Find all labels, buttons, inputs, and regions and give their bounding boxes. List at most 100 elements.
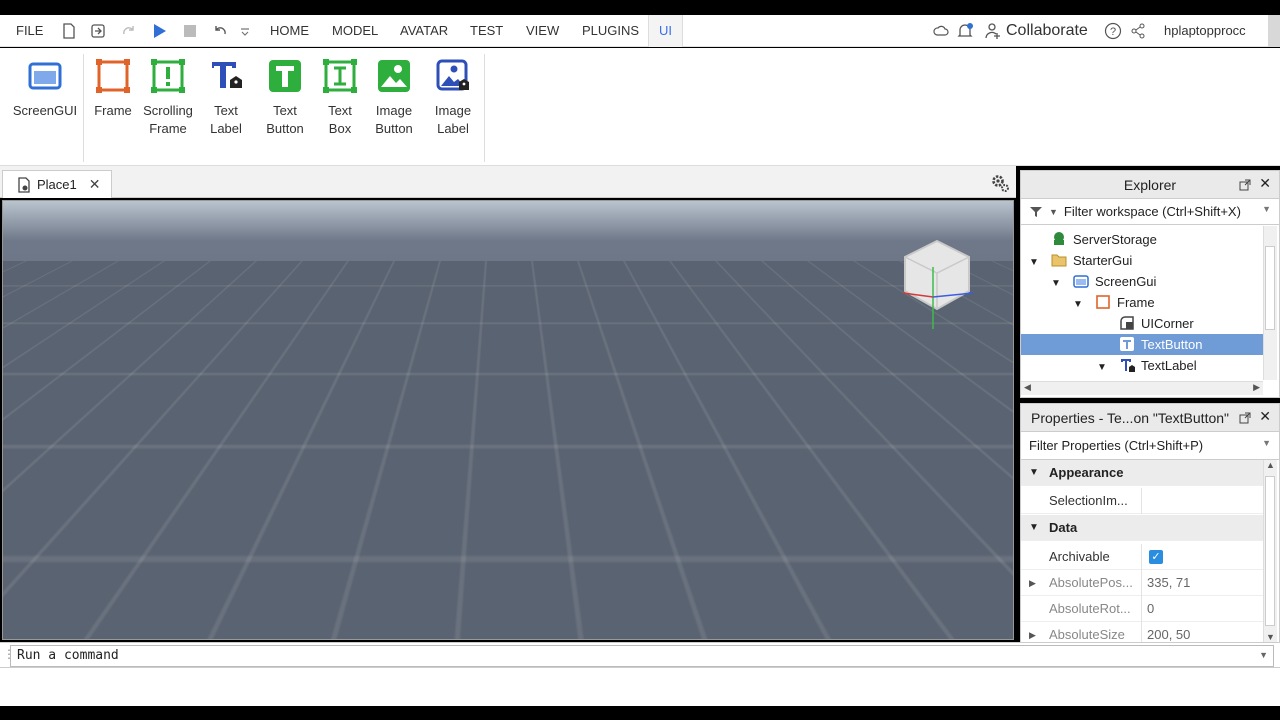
explorer-horizontal-scrollbar[interactable]: ◀ ▶: [1021, 381, 1263, 395]
resize-handle-tl[interactable]: [391, 279, 400, 288]
properties-header: Properties - Te...on "TextButton" ✕: [1021, 404, 1279, 432]
property-row[interactable]: SelectionIm...: [1021, 488, 1263, 514]
undock-icon[interactable]: [1239, 411, 1251, 427]
property-row[interactable]: ▶ AbsolutePos... 335, 71: [1021, 570, 1263, 596]
tab-place1[interactable]: Place1 ✕: [2, 170, 112, 198]
frame-icon: [95, 58, 131, 94]
menubar-edge: [1268, 15, 1280, 47]
tree-item-textbutton[interactable]: TextButton: [1021, 334, 1263, 355]
resize-handle-br[interactable]: [629, 341, 638, 350]
image-button-icon: [376, 58, 412, 94]
close-panel-icon[interactable]: ✕: [1259, 175, 1271, 192]
text-box-button[interactable]: Text Box: [318, 58, 362, 138]
close-tab-icon[interactable]: ✕: [89, 176, 101, 193]
expand-arrow-icon[interactable]: ▼: [1029, 252, 1051, 273]
frame-button[interactable]: Frame: [90, 58, 136, 120]
tab-model[interactable]: MODEL: [332, 15, 378, 47]
expand-arrow-icon[interactable]: ▶: [1029, 622, 1036, 642]
scrolling-frame-button[interactable]: Scrolling Frame: [138, 58, 198, 138]
scroll-right-icon[interactable]: ▶: [1253, 382, 1260, 393]
tree-item-serverstorage[interactable]: ServerStorage: [1021, 229, 1263, 250]
help-icon[interactable]: ?: [1104, 22, 1122, 40]
category-appearance[interactable]: ▼ Appearance: [1021, 460, 1263, 486]
anchor-handle-left[interactable]: [385, 305, 407, 323]
open-file-icon[interactable]: [89, 22, 107, 40]
property-row[interactable]: Archivable ✓: [1021, 544, 1263, 570]
chevron-down-icon[interactable]: ▼: [1262, 438, 1271, 448]
expand-arrow-icon[interactable]: ▶: [1029, 570, 1036, 596]
text-label-button[interactable]: Text Label: [204, 58, 248, 138]
resize-handle-bl[interactable]: [391, 341, 400, 350]
tab-test[interactable]: TEST: [470, 15, 503, 47]
tab-home[interactable]: HOME: [270, 15, 309, 47]
expand-arrow-icon[interactable]: ▼: [1073, 294, 1095, 315]
chevron-down-icon[interactable]: ▼: [1262, 204, 1271, 214]
chevron-down-icon[interactable]: ▼: [1259, 650, 1268, 660]
property-row[interactable]: ▶ AbsoluteSize 200, 50: [1021, 622, 1263, 642]
hand-cursor-icon: [556, 345, 578, 375]
scroll-thumb[interactable]: [1265, 246, 1275, 330]
collaborate-button[interactable]: Collaborate: [1006, 15, 1088, 47]
username[interactable]: hplaptopprocc: [1164, 15, 1246, 47]
scroll-up-icon[interactable]: ▲: [1266, 460, 1275, 470]
view-cube-icon[interactable]: [897, 237, 977, 336]
tree-item-screengui[interactable]: ▼ ScreenGui: [1021, 271, 1263, 292]
resize-handle-bottom[interactable]: [511, 341, 520, 350]
properties-list: ▼ Appearance SelectionIm... ▼ Data Archi…: [1021, 460, 1263, 642]
place-file-icon: [18, 176, 30, 193]
scroll-down-icon[interactable]: ▼: [1266, 632, 1275, 642]
share-icon[interactable]: [1129, 22, 1147, 40]
cloud-icon[interactable]: [932, 22, 950, 40]
tab-view[interactable]: VIEW: [526, 15, 559, 47]
image-label-button[interactable]: Image Label: [430, 58, 476, 138]
undock-icon[interactable]: [1239, 178, 1251, 194]
tree-item-startergui[interactable]: ▼ StarterGui: [1021, 250, 1263, 271]
resize-handle-tr[interactable]: [629, 279, 638, 288]
redo-icon[interactable]: [120, 22, 138, 40]
expand-arrow-icon[interactable]: ▼: [1051, 273, 1073, 294]
notification-bell-icon[interactable]: [956, 22, 974, 40]
command-input[interactable]: Run a command: [10, 645, 1274, 667]
scroll-left-icon[interactable]: ◀: [1024, 382, 1031, 393]
collapse-arrow-icon[interactable]: ▼: [1029, 460, 1039, 486]
filter-dropdown-icon[interactable]: ▼: [1049, 207, 1058, 217]
explorer-filter[interactable]: ▼ Filter workspace (Ctrl+Shift+X) ▼: [1021, 199, 1279, 225]
column-divider: [1141, 544, 1142, 570]
tree-item-uicorner[interactable]: UICorner: [1021, 313, 1263, 334]
viewport-settings-icon[interactable]: [990, 173, 1010, 196]
properties-vertical-scrollbar[interactable]: ▲ ▼: [1263, 460, 1277, 642]
collapse-arrow-icon[interactable]: ▼: [1029, 515, 1039, 541]
tree-item-textlabel[interactable]: ▼ TextLabel: [1021, 355, 1263, 376]
explorer-vertical-scrollbar[interactable]: [1263, 226, 1277, 380]
tab-avatar[interactable]: AVATAR: [400, 15, 448, 47]
screengui-button[interactable]: ScreenGUI: [12, 58, 78, 120]
text-button-button[interactable]: Text Button: [262, 58, 308, 138]
column-divider: [1141, 622, 1142, 642]
add-user-icon[interactable]: [984, 22, 1002, 40]
category-data[interactable]: ▼ Data: [1021, 515, 1263, 541]
dropdown-icon[interactable]: [236, 22, 254, 40]
stop-icon[interactable]: [181, 22, 199, 40]
tab-plugins[interactable]: PLUGINS: [582, 15, 639, 47]
ui-ribbon: ScreenGUI Frame Scrolling Frame Text Lab…: [0, 48, 1280, 166]
close-panel-icon[interactable]: ✕: [1259, 408, 1271, 425]
explorer-tree: ServerStorage ▼ StarterGui ▼ ScreenGui ▼ Fr…: [1021, 226, 1263, 381]
scroll-thumb[interactable]: [1265, 476, 1275, 626]
3d-viewport[interactable]: Button 200 x 50: [2, 200, 1014, 640]
file-menu[interactable]: FILE: [16, 15, 43, 47]
property-row[interactable]: AbsoluteRot... 0: [1021, 596, 1263, 622]
resize-handle-right[interactable]: [629, 310, 638, 319]
expand-arrow-icon[interactable]: ▼: [1097, 357, 1119, 378]
tab-ui[interactable]: UI: [648, 15, 683, 47]
tree-item-frame[interactable]: ▼ Frame: [1021, 292, 1263, 313]
play-icon[interactable]: [150, 22, 168, 40]
screengui-icon: [27, 58, 63, 94]
command-bar: ⋮ Run a command ▼: [0, 642, 1280, 668]
properties-filter[interactable]: Filter Properties (Ctrl+Shift+P) ▼: [1021, 432, 1279, 460]
undo-icon[interactable]: [211, 22, 229, 40]
image-button-button[interactable]: Image Button: [370, 58, 418, 138]
new-file-icon[interactable]: [60, 22, 78, 40]
anchor-handle-top[interactable]: [501, 275, 523, 293]
gui-textbutton-preview[interactable]: Button: [396, 284, 636, 346]
archivable-checkbox[interactable]: ✓: [1149, 550, 1163, 564]
